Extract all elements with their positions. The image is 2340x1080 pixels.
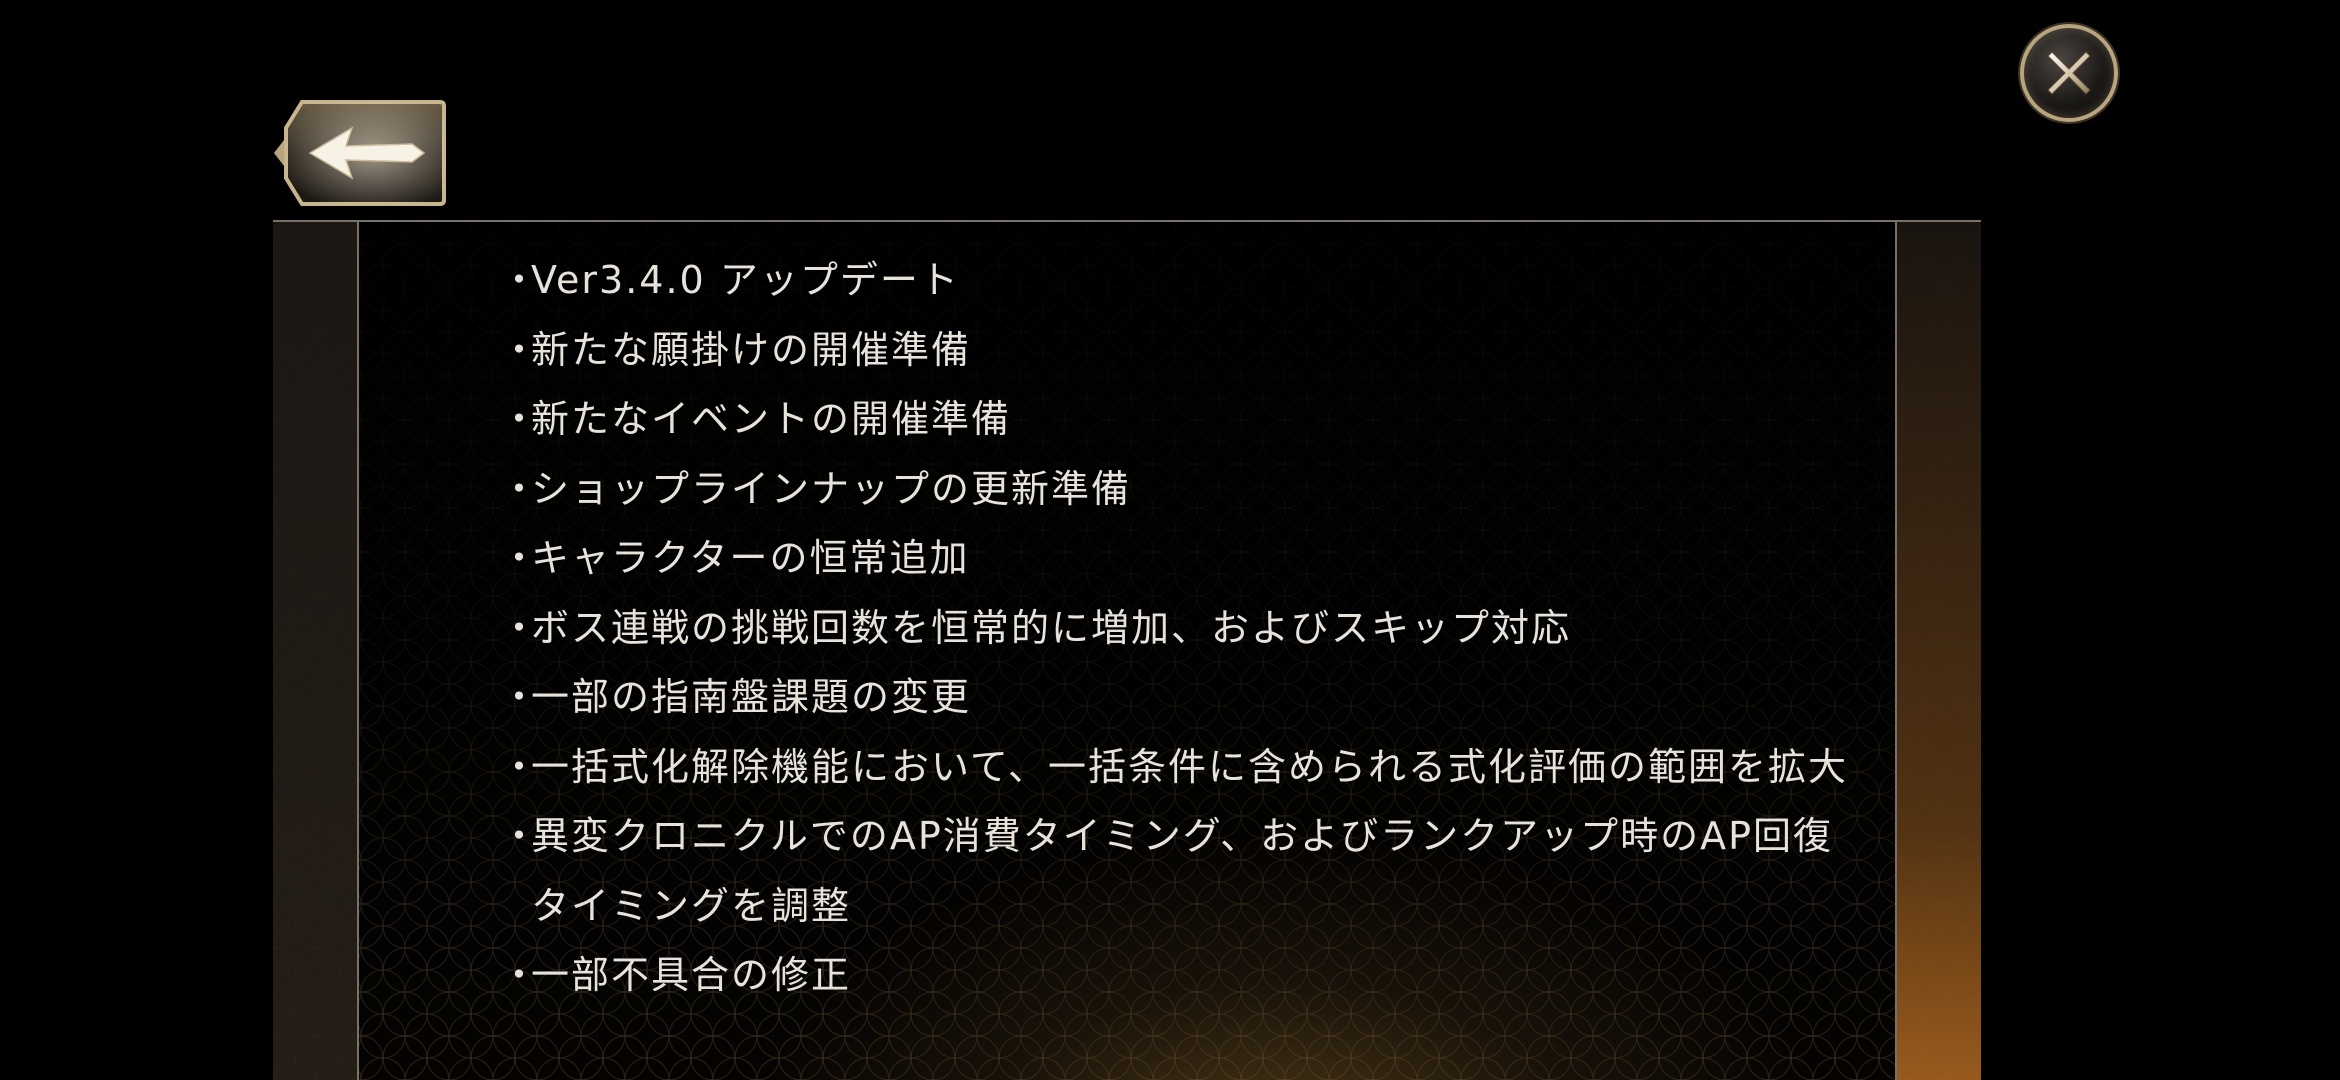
close-icon <box>2047 51 2091 95</box>
list-item: ・キャラクターの恒常追加 <box>500 536 970 580</box>
panel-right-border <box>1895 222 1981 1080</box>
list-item: ・一部の指南盤課題の変更 <box>500 675 972 719</box>
panel-left-border <box>273 222 359 1080</box>
list-item: ・ボス連戦の挑戦回数を恒常的に増加、およびスキップ対応 <box>500 605 1572 650</box>
patch-notes-screen: ・ Ver3.4.0 アップデート ・新たな願掛けの開催準備 ・新たなイベントの開… <box>0 0 2340 1080</box>
list-item: ・ショップラインナップの更新準備 <box>500 466 1132 511</box>
update-list: ・ Ver3.4.0 アップデート ・新たな願掛けの開催準備 ・新たなイベントの開… <box>359 246 1848 1011</box>
list-item: ・一括式化解除機能において、一括条件に含められる式化評価の範囲を拡大 <box>500 744 1848 789</box>
back-button[interactable] <box>272 98 446 208</box>
back-arrow-icon <box>274 100 446 206</box>
list-item: ・新たな願掛けの開催準備 <box>500 327 972 372</box>
list-item: ・新たなイベントの開催準備 <box>500 397 1012 441</box>
patch-notes-panel: ・ Ver3.4.0 アップデート ・新たな願掛けの開催準備 ・新たなイベントの開… <box>273 220 1981 1080</box>
list-item: ・異変クロニクルでのAP消費タイミング、およびランクアップ時のAP回復 タイミング… <box>500 814 1834 928</box>
close-button[interactable] <box>2020 24 2118 122</box>
list-item: ・ Ver3.4.0 アップデート <box>500 258 960 302</box>
list-item: ・一部不具合の修正 <box>500 953 852 997</box>
patch-notes-content: ・ Ver3.4.0 アップデート ・新たな願掛けの開催準備 ・新たなイベントの開… <box>359 222 1895 1080</box>
